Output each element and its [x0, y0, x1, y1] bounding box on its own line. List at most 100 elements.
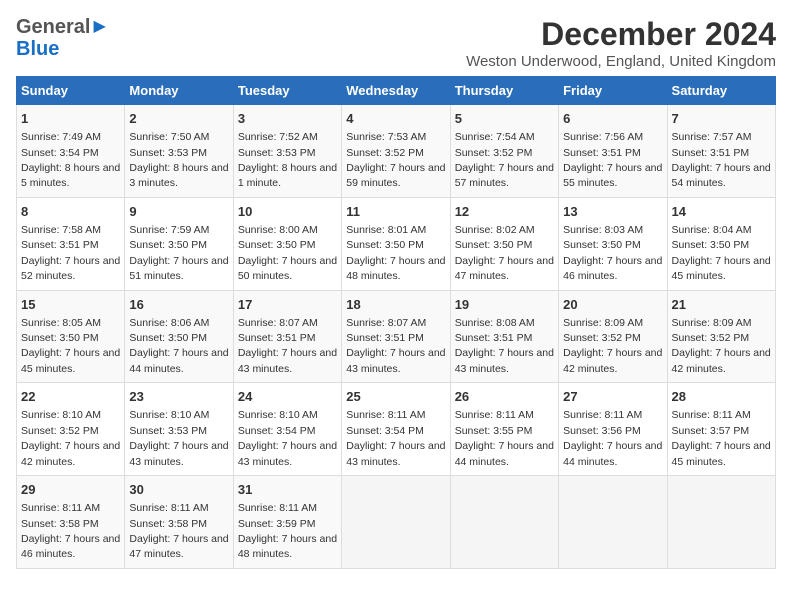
calendar-cell: 30 Sunrise: 8:11 AMSunset: 3:58 PMDayligh… [125, 476, 233, 569]
day-info: Sunrise: 8:08 AMSunset: 3:51 PMDaylight:… [455, 317, 554, 375]
day-number: 16 [129, 296, 228, 314]
day-number: 12 [455, 203, 554, 221]
day-info: Sunrise: 8:11 AMSunset: 3:59 PMDaylight:… [238, 502, 337, 560]
calendar-cell [342, 476, 450, 569]
calendar-cell: 2Sunrise: 7:50 AMSunset: 3:53 PMDaylight… [125, 105, 233, 198]
day-info: Sunrise: 8:04 AMSunset: 3:50 PMDaylight:… [672, 224, 771, 282]
logo: General ▶ Blue [16, 16, 106, 60]
calendar-cell: 18Sunrise: 8:07 AMSunset: 3:51 PMDayligh… [342, 290, 450, 383]
logo-general-text: General [16, 16, 90, 38]
day-info: Sunrise: 8:06 AMSunset: 3:50 PMDaylight:… [129, 317, 228, 375]
calendar-cell: 14 Sunrise: 8:04 AMSunset: 3:50 PMDayligh… [667, 197, 775, 290]
day-number: 29 [21, 481, 120, 499]
calendar-cell: 25Sunrise: 8:11 AMSunset: 3:54 PMDayligh… [342, 383, 450, 476]
day-number: 13 [563, 203, 662, 221]
day-number: 28 [672, 388, 771, 406]
day-info: Sunrise: 7:52 AMSunset: 3:53 PMDaylight:… [238, 131, 337, 189]
weekday-sunday: Sunday [17, 77, 125, 105]
week-row-5: 29 Sunrise: 8:11 AMSunset: 3:58 PMDayligh… [17, 476, 776, 569]
calendar-cell: 21Sunrise: 8:09 AMSunset: 3:52 PMDayligh… [667, 290, 775, 383]
weekday-monday: Monday [125, 77, 233, 105]
calendar-cell: 31 Sunrise: 8:11 AMSunset: 3:59 PMDayligh… [233, 476, 341, 569]
calendar-cell: 28 Sunrise: 8:11 AMSunset: 3:57 PMDayligh… [667, 383, 775, 476]
weekday-saturday: Saturday [667, 77, 775, 105]
calendar-cell: 16 Sunrise: 8:06 AMSunset: 3:50 PMDayligh… [125, 290, 233, 383]
day-number: 27 [563, 388, 662, 406]
calendar-cell: 22 Sunrise: 8:10 AMSunset: 3:52 PMDayligh… [17, 383, 125, 476]
logo-arrow-icon: ▶ [93, 18, 105, 36]
calendar-header: SundayMondayTuesdayWednesdayThursdayFrid… [17, 77, 776, 105]
day-info: Sunrise: 7:53 AMSunset: 3:52 PMDaylight:… [346, 131, 445, 189]
day-info: Sunrise: 8:11 AMSunset: 3:56 PMDaylight:… [563, 409, 662, 467]
day-number: 22 [21, 388, 120, 406]
weekday-friday: Friday [559, 77, 667, 105]
day-info: Sunrise: 8:02 AMSunset: 3:50 PMDaylight:… [455, 224, 554, 282]
day-number: 14 [672, 203, 771, 221]
day-info: Sunrise: 7:49 AMSunset: 3:54 PMDaylight:… [21, 131, 120, 189]
day-number: 17 [238, 296, 337, 314]
calendar-cell: 10 Sunrise: 8:00 AMSunset: 3:50 PMDayligh… [233, 197, 341, 290]
week-row-2: 8 Sunrise: 7:58 AMSunset: 3:51 PMDaylight… [17, 197, 776, 290]
calendar-title: December 2024 [466, 16, 776, 53]
day-info: Sunrise: 8:00 AMSunset: 3:50 PMDaylight:… [238, 224, 337, 282]
day-number: 4 [346, 110, 445, 128]
calendar-cell [559, 476, 667, 569]
day-info: Sunrise: 7:50 AMSunset: 3:53 PMDaylight:… [129, 131, 228, 189]
day-info: Sunrise: 7:59 AMSunset: 3:50 PMDaylight:… [129, 224, 228, 282]
page-header: General ▶ Blue December 2024 Weston Unde… [16, 16, 776, 70]
calendar-cell: 3 Sunrise: 7:52 AMSunset: 3:53 PMDaylight… [233, 105, 341, 198]
day-number: 8 [21, 203, 120, 221]
calendar-cell: 27 Sunrise: 8:11 AMSunset: 3:56 PMDayligh… [559, 383, 667, 476]
day-info: Sunrise: 8:11 AMSunset: 3:57 PMDaylight:… [672, 409, 771, 467]
day-number: 10 [238, 203, 337, 221]
day-number: 23 [129, 388, 228, 406]
day-number: 3 [238, 110, 337, 128]
calendar-cell: 6 Sunrise: 7:56 AMSunset: 3:51 PMDaylight… [559, 105, 667, 198]
calendar-subtitle: Weston Underwood, England, United Kingdo… [466, 53, 776, 70]
weekday-wednesday: Wednesday [342, 77, 450, 105]
day-number: 9 [129, 203, 228, 221]
calendar-cell: 5Sunrise: 7:54 AMSunset: 3:52 PMDaylight… [450, 105, 558, 198]
day-info: Sunrise: 8:09 AMSunset: 3:52 PMDaylight:… [563, 317, 662, 375]
day-info: Sunrise: 8:11 AMSunset: 3:58 PMDaylight:… [21, 502, 120, 560]
day-info: Sunrise: 7:57 AMSunset: 3:51 PMDaylight:… [672, 131, 771, 189]
weekday-header-row: SundayMondayTuesdayWednesdayThursdayFrid… [17, 77, 776, 105]
calendar-cell: 7 Sunrise: 7:57 AMSunset: 3:51 PMDaylight… [667, 105, 775, 198]
day-number: 30 [129, 481, 228, 499]
weekday-thursday: Thursday [450, 77, 558, 105]
day-info: Sunrise: 8:11 AMSunset: 3:54 PMDaylight:… [346, 409, 445, 467]
calendar-cell [667, 476, 775, 569]
day-info: Sunrise: 7:58 AMSunset: 3:51 PMDaylight:… [21, 224, 120, 282]
day-number: 26 [455, 388, 554, 406]
day-info: Sunrise: 8:07 AMSunset: 3:51 PMDaylight:… [238, 317, 337, 375]
calendar-cell: 23Sunrise: 8:10 AMSunset: 3:53 PMDayligh… [125, 383, 233, 476]
day-number: 15 [21, 296, 120, 314]
day-number: 31 [238, 481, 337, 499]
day-info: Sunrise: 8:05 AMSunset: 3:50 PMDaylight:… [21, 317, 120, 375]
calendar-cell: 24Sunrise: 8:10 AMSunset: 3:54 PMDayligh… [233, 383, 341, 476]
calendar-cell: 20 Sunrise: 8:09 AMSunset: 3:52 PMDayligh… [559, 290, 667, 383]
day-number: 1 [21, 110, 120, 128]
calendar-cell: 8 Sunrise: 7:58 AMSunset: 3:51 PMDaylight… [17, 197, 125, 290]
calendar-cell [450, 476, 558, 569]
calendar-cell: 12 Sunrise: 8:02 AMSunset: 3:50 PMDayligh… [450, 197, 558, 290]
day-number: 20 [563, 296, 662, 314]
calendar-table: SundayMondayTuesdayWednesdayThursdayFrid… [16, 76, 776, 569]
day-info: Sunrise: 8:01 AMSunset: 3:50 PMDaylight:… [346, 224, 445, 282]
week-row-1: 1 Sunrise: 7:49 AMSunset: 3:54 PMDaylight… [17, 105, 776, 198]
calendar-cell: 9 Sunrise: 7:59 AMSunset: 3:50 PMDaylight… [125, 197, 233, 290]
day-number: 7 [672, 110, 771, 128]
day-info: Sunrise: 8:11 AMSunset: 3:58 PMDaylight:… [129, 502, 228, 560]
week-row-4: 22 Sunrise: 8:10 AMSunset: 3:52 PMDayligh… [17, 383, 776, 476]
day-number: 5 [455, 110, 554, 128]
day-number: 18 [346, 296, 445, 314]
week-row-3: 15 Sunrise: 8:05 AMSunset: 3:50 PMDayligh… [17, 290, 776, 383]
day-number: 6 [563, 110, 662, 128]
calendar-cell: 1 Sunrise: 7:49 AMSunset: 3:54 PMDaylight… [17, 105, 125, 198]
day-info: Sunrise: 8:11 AMSunset: 3:55 PMDaylight:… [455, 409, 554, 467]
logo-blue-text: Blue [16, 38, 59, 60]
calendar-cell: 29 Sunrise: 8:11 AMSunset: 3:58 PMDayligh… [17, 476, 125, 569]
calendar-cell: 26 Sunrise: 8:11 AMSunset: 3:55 PMDayligh… [450, 383, 558, 476]
day-info: Sunrise: 8:10 AMSunset: 3:52 PMDaylight:… [21, 409, 120, 467]
day-info: Sunrise: 7:56 AMSunset: 3:51 PMDaylight:… [563, 131, 662, 189]
